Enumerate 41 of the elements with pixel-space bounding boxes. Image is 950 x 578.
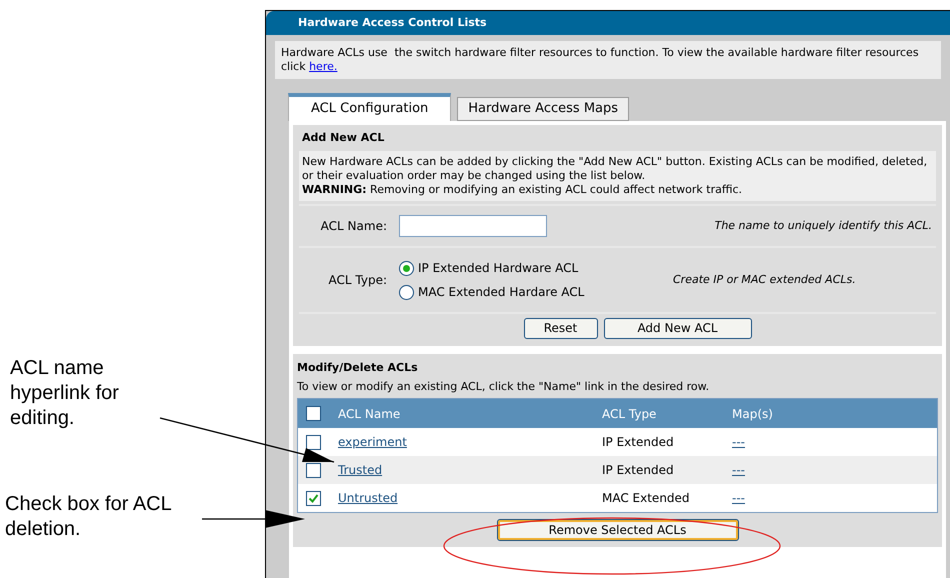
checkbox[interactable] [306, 462, 321, 478]
field-label: ACL Name: [320, 218, 388, 235]
acl-name-link[interactable]: experiment [338, 435, 407, 449]
table-cell-text: IP Extended [602, 434, 675, 451]
description-text: New Hardware ACLs can be added by clicking the "Add New ACL" button. Existing ACLs can be modified, deleted, or their evaluation order may be changed using the list below. [302, 155, 928, 183]
hint-text: The name to uniquely identify this ACL. [714, 218, 933, 234]
radio-button[interactable] [399, 284, 414, 300]
intro-text: Hardware ACLs use the switch hardware filter resources to function. To view the available hardware filter resources click here. [275, 41, 941, 79]
table-cell-text: IP Extended [602, 462, 675, 479]
checkbox[interactable] [306, 434, 321, 450]
column-header: Map(s) [732, 406, 773, 422]
here-link[interactable]: here. [309, 60, 338, 73]
acl-name-field[interactable] [399, 215, 547, 237]
hint-text: Create IP or MAC extended ACLs. [673, 272, 856, 288]
description-text: To view or modify an existing ACL, click the "Name" link in the desired row. [297, 378, 710, 395]
radio-label: IP Extended Hardware ACL [418, 260, 578, 277]
column-header: ACL Name [338, 406, 402, 422]
form-button[interactable]: Reset [524, 318, 598, 338]
map-link[interactable]: --- [732, 489, 745, 507]
callout-text: ACL name hyperlink for editing. [10, 356, 120, 431]
callout-text: Check box for ACL deletion. [5, 492, 172, 542]
remove-button[interactable]: Remove Selected ACLs [496, 519, 738, 541]
checkmark-icon [308, 492, 319, 504]
acl-name-link[interactable]: Untrusted [338, 491, 398, 505]
field-label: ACL Type: [328, 272, 388, 289]
radio-button[interactable] [399, 260, 414, 276]
map-link[interactable]: --- [732, 433, 745, 451]
radio-label: MAC Extended Hardare ACL [418, 284, 584, 301]
checkbox[interactable] [306, 490, 321, 506]
tab[interactable]: Hardware Access Maps [457, 97, 630, 121]
table-cell-text: MAC Extended [602, 490, 691, 507]
section-heading: Modify/Delete ACLs [297, 360, 419, 376]
section-heading: Add New ACL [301, 130, 386, 146]
checkbox[interactable] [306, 406, 321, 421]
map-link[interactable]: --- [732, 461, 745, 479]
tab[interactable]: ACL Configuration [288, 93, 452, 121]
acl-name-link[interactable]: Trusted [338, 463, 382, 477]
form-button[interactable]: Add New ACL [604, 318, 752, 338]
window-title: Hardware Access Control Lists [266, 11, 950, 35]
warning-text: WARNING: Removing or modifying an existing ACL could affect network traffic. [302, 183, 744, 197]
column-header: ACL Type [602, 406, 658, 422]
